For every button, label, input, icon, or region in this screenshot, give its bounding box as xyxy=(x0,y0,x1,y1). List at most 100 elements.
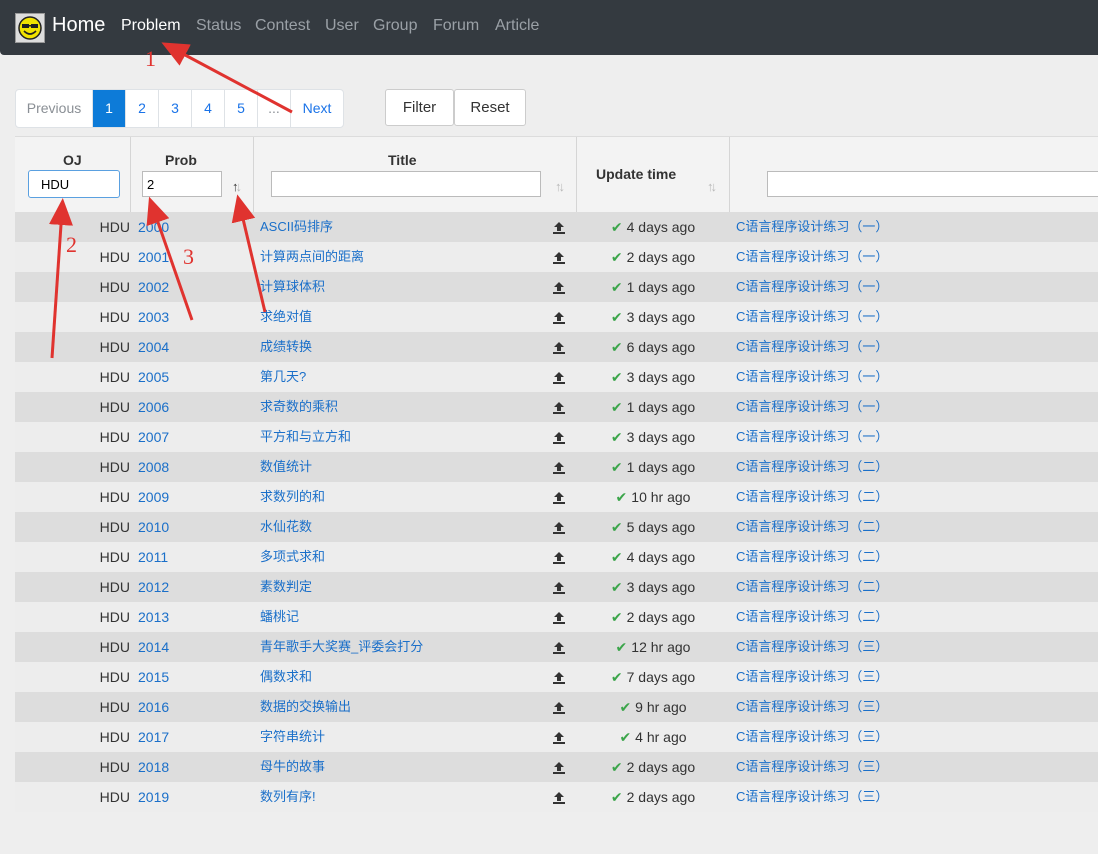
row-source-link[interactable]: C语言程序设计练习（二） xyxy=(736,482,888,512)
row-source-link[interactable]: C语言程序设计练习（三） xyxy=(736,752,888,782)
row-title-link[interactable]: 第几天? xyxy=(260,362,306,392)
nav-problem[interactable]: Problem xyxy=(121,17,181,35)
nav-forum[interactable]: Forum xyxy=(433,17,479,35)
upload-icon[interactable] xyxy=(549,362,569,392)
row-source-link[interactable]: C语言程序设计练习（二） xyxy=(736,602,888,632)
row-title-link[interactable]: 计算球体积 xyxy=(260,272,325,302)
pagination-next[interactable]: Next xyxy=(291,90,343,127)
update-time-sort-icon[interactable]: ↑↓ xyxy=(707,179,717,194)
row-source-link[interactable]: C语言程序设计练习（一） xyxy=(736,422,888,452)
prob-filter-input[interactable] xyxy=(142,171,222,197)
prob-sort-icon[interactable]: ↑↓ xyxy=(232,179,242,194)
row-prob-link[interactable]: 2001 xyxy=(138,242,169,272)
row-prob-link[interactable]: 2018 xyxy=(138,752,169,782)
pagination-page-1[interactable]: 1 xyxy=(93,90,126,127)
row-source-link[interactable]: C语言程序设计练习（一） xyxy=(736,272,888,302)
row-prob-link[interactable]: 2004 xyxy=(138,332,169,362)
pagination-page-2[interactable]: 2 xyxy=(126,90,159,127)
upload-icon[interactable] xyxy=(549,572,569,602)
oj-filter-input[interactable] xyxy=(28,170,120,198)
row-title-link[interactable]: 多项式求和 xyxy=(260,542,325,572)
row-source-link[interactable]: C语言程序设计练习（一） xyxy=(736,362,888,392)
upload-icon[interactable] xyxy=(549,242,569,272)
source-filter-input[interactable] xyxy=(767,171,1098,197)
row-source-link[interactable]: C语言程序设计练习（二） xyxy=(736,452,888,482)
row-title-link[interactable]: 水仙花数 xyxy=(260,512,312,542)
reset-button[interactable]: Reset xyxy=(454,89,526,126)
upload-icon[interactable] xyxy=(549,722,569,752)
row-title-link[interactable]: 求数列的和 xyxy=(260,482,325,512)
upload-icon[interactable] xyxy=(549,302,569,332)
upload-icon[interactable] xyxy=(549,482,569,512)
row-source-link[interactable]: C语言程序设计练习（一） xyxy=(736,242,888,272)
row-title-link[interactable]: 母牛的故事 xyxy=(260,752,325,782)
row-title-link[interactable]: 蟠桃记 xyxy=(260,602,299,632)
row-prob-link[interactable]: 2014 xyxy=(138,632,169,662)
upload-icon[interactable] xyxy=(549,272,569,302)
brand-logo-icon[interactable] xyxy=(15,13,45,43)
row-prob-link[interactable]: 2015 xyxy=(138,662,169,692)
row-prob-link[interactable]: 2010 xyxy=(138,512,169,542)
row-prob-link[interactable]: 2011 xyxy=(138,542,168,572)
row-source-link[interactable]: C语言程序设计练习（一） xyxy=(736,212,888,242)
row-title-link[interactable]: 数值统计 xyxy=(260,452,312,482)
row-source-link[interactable]: C语言程序设计练习（一） xyxy=(736,302,888,332)
nav-group[interactable]: Group xyxy=(373,17,417,35)
title-sort-icon[interactable]: ↑↓ xyxy=(555,179,565,194)
upload-icon[interactable] xyxy=(549,782,569,812)
row-prob-link[interactable]: 2003 xyxy=(138,302,169,332)
row-prob-link[interactable]: 2013 xyxy=(138,602,169,632)
nav-article[interactable]: Article xyxy=(495,17,539,35)
row-title-link[interactable]: 数列有序! xyxy=(260,782,316,812)
row-prob-link[interactable]: 2019 xyxy=(138,782,169,812)
row-source-link[interactable]: C语言程序设计练习（一） xyxy=(736,332,888,362)
row-prob-link[interactable]: 2002 xyxy=(138,272,169,302)
pagination-page-4[interactable]: 4 xyxy=(192,90,225,127)
upload-icon[interactable] xyxy=(549,332,569,362)
upload-icon[interactable] xyxy=(549,602,569,632)
row-source-link[interactable]: C语言程序设计练习（一） xyxy=(736,392,888,422)
row-title-link[interactable]: 计算两点间的距离 xyxy=(260,242,364,272)
row-source-link[interactable]: C语言程序设计练习（三） xyxy=(736,632,888,662)
row-source-link[interactable]: C语言程序设计练习（二） xyxy=(736,542,888,572)
upload-icon[interactable] xyxy=(549,212,569,242)
row-source-link[interactable]: C语言程序设计练习（三） xyxy=(736,692,888,722)
nav-contest[interactable]: Contest xyxy=(255,17,310,35)
upload-icon[interactable] xyxy=(549,512,569,542)
row-source-link[interactable]: C语言程序设计练习（三） xyxy=(736,662,888,692)
nav-status[interactable]: Status xyxy=(196,17,241,35)
row-source-link[interactable]: C语言程序设计练习（三） xyxy=(736,782,888,812)
row-prob-link[interactable]: 2016 xyxy=(138,692,169,722)
row-source-link[interactable]: C语言程序设计练习（三） xyxy=(736,722,888,752)
row-title-link[interactable]: 求奇数的乘积 xyxy=(260,392,338,422)
row-title-link[interactable]: 偶数求和 xyxy=(260,662,312,692)
filter-button[interactable]: Filter xyxy=(385,89,454,126)
row-source-link[interactable]: C语言程序设计练习（二） xyxy=(736,512,888,542)
pagination-page-3[interactable]: 3 xyxy=(159,90,192,127)
row-prob-link[interactable]: 2008 xyxy=(138,452,169,482)
row-title-link[interactable]: 成绩转换 xyxy=(260,332,312,362)
row-title-link[interactable]: 数据的交换输出 xyxy=(260,692,351,722)
pagination-previous[interactable]: Previous xyxy=(16,90,93,127)
row-title-link[interactable]: 素数判定 xyxy=(260,572,312,602)
upload-icon[interactable] xyxy=(549,692,569,722)
row-prob-link[interactable]: 2017 xyxy=(138,722,169,752)
brand-home-link[interactable]: Home xyxy=(52,14,105,37)
pagination-page-5[interactable]: 5 xyxy=(225,90,258,127)
row-prob-link[interactable]: 2000 xyxy=(138,212,169,242)
nav-user[interactable]: User xyxy=(325,17,359,35)
upload-icon[interactable] xyxy=(549,452,569,482)
upload-icon[interactable] xyxy=(549,422,569,452)
row-prob-link[interactable]: 2006 xyxy=(138,392,169,422)
row-prob-link[interactable]: 2012 xyxy=(138,572,169,602)
row-prob-link[interactable]: 2005 xyxy=(138,362,169,392)
row-prob-link[interactable]: 2007 xyxy=(138,422,169,452)
row-title-link[interactable]: 字符串统计 xyxy=(260,722,325,752)
row-source-link[interactable]: C语言程序设计练习（二） xyxy=(736,572,888,602)
row-title-link[interactable]: 青年歌手大奖赛_评委会打分 xyxy=(260,632,423,662)
title-filter-input[interactable] xyxy=(271,171,541,197)
row-title-link[interactable]: 求绝对值 xyxy=(260,302,312,332)
upload-icon[interactable] xyxy=(549,752,569,782)
upload-icon[interactable] xyxy=(549,662,569,692)
row-title-link[interactable]: 平方和与立方和 xyxy=(260,422,351,452)
